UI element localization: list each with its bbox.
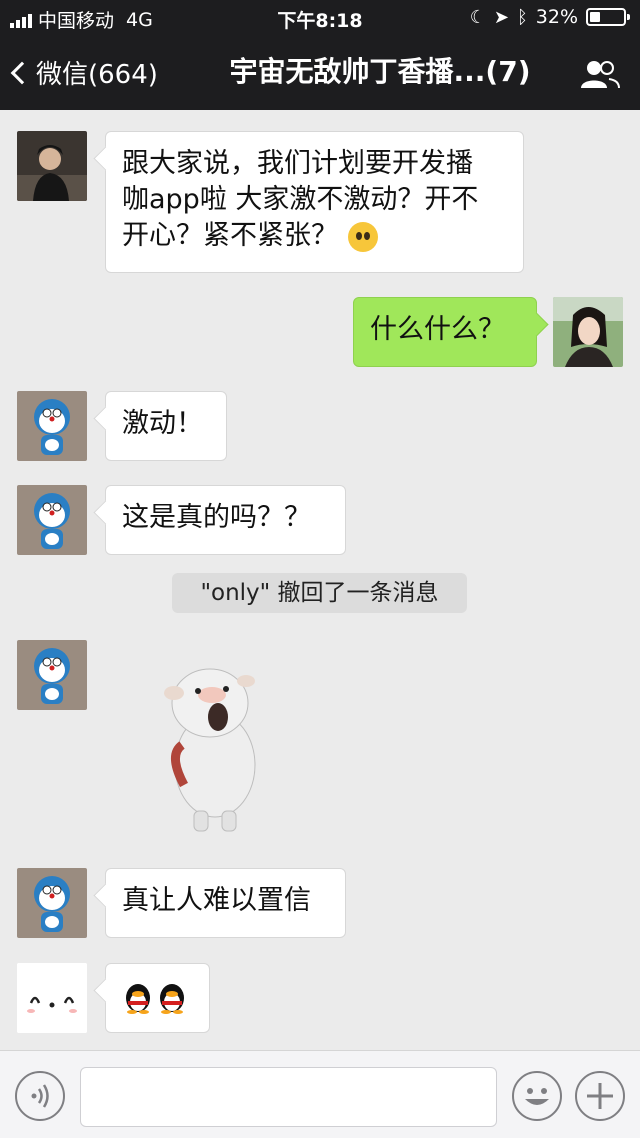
message-line: 跟大家说，我们计划要开发播 <box>122 148 473 179</box>
anxious-face-emoji-icon <box>348 221 378 252</box>
bluetooth-icon: ᛒ <box>516 6 528 28</box>
emoji-button[interactable] <box>512 1071 562 1121</box>
chat-title: 宇宙无敌帅丁香播...(7) <box>229 55 531 88</box>
voice-toggle-button[interactable] <box>15 1071 65 1121</box>
message-text: 开心？紧不紧张？ <box>122 220 338 251</box>
avatar[interactable] <box>17 391 87 461</box>
chevron-left-icon <box>10 61 34 85</box>
plus-icon <box>587 1083 613 1109</box>
more-button[interactable] <box>575 1071 625 1121</box>
back-button[interactable]: 微信(664) <box>10 54 158 91</box>
system-tip: "only" 撤回了一条消息 <box>172 573 467 613</box>
message-bubble[interactable]: 这是真的吗？？ <box>105 485 346 555</box>
back-label: 微信(664) <box>36 60 158 90</box>
message-text: 这是真的吗？？ <box>122 502 311 533</box>
message-bubble[interactable]: 真让人难以置信 <box>105 868 346 938</box>
message-input[interactable] <box>80 1067 497 1127</box>
avatar[interactable] <box>17 868 87 938</box>
group-members-icon[interactable] <box>580 58 620 90</box>
avatar[interactable] <box>17 131 87 201</box>
avatar[interactable] <box>553 297 623 367</box>
sheep-sticker[interactable] <box>160 655 270 835</box>
moon-icon: ☾ <box>469 6 486 28</box>
battery-percent: 32% <box>535 6 578 28</box>
message-text: 真让人难以置信 <box>122 885 311 916</box>
nav-bar: 微信(664) 宇宙无敌帅丁香播...(7) <box>0 36 640 110</box>
battery-fill <box>590 12 601 22</box>
message-bubble[interactable]: 什么什么？ <box>353 297 537 367</box>
penguin-emoji-icon <box>126 984 184 1014</box>
status-right: ☾ ➤ ᛒ 32% <box>469 6 630 28</box>
message-line: 开心？紧不紧张？ <box>122 218 507 254</box>
battery-icon <box>586 8 630 26</box>
location-icon: ➤ <box>493 6 509 28</box>
message-line: 咖app啦 大家激不激动？开不 <box>122 184 479 215</box>
top-bar: 中国移动 4G 下午8:18 ☾ ➤ ᛒ 32% 微信(664) 宇宙无敌帅丁香… <box>0 0 640 110</box>
avatar[interactable] <box>17 485 87 555</box>
smiley-icon <box>525 1088 549 1105</box>
message-bubble[interactable] <box>105 963 210 1033</box>
status-bar: 中国移动 4G 下午8:18 ☾ ➤ ᛒ 32% <box>0 0 640 36</box>
message-text: 什么什么？ <box>370 314 505 345</box>
avatar[interactable] <box>17 963 87 1033</box>
message-bubble[interactable]: 跟大家说，我们计划要开发播 咖app啦 大家激不激动？开不 开心？紧不紧张？ <box>105 131 524 273</box>
avatar[interactable] <box>17 640 87 710</box>
chat-area[interactable]: 跟大家说，我们计划要开发播 咖app啦 大家激不激动？开不 开心？紧不紧张？ 什… <box>0 110 640 1050</box>
input-bar <box>0 1050 640 1138</box>
message-bubble[interactable]: 激动！ <box>105 391 227 461</box>
voice-icon <box>31 1084 49 1108</box>
message-text: 激动！ <box>122 408 203 439</box>
